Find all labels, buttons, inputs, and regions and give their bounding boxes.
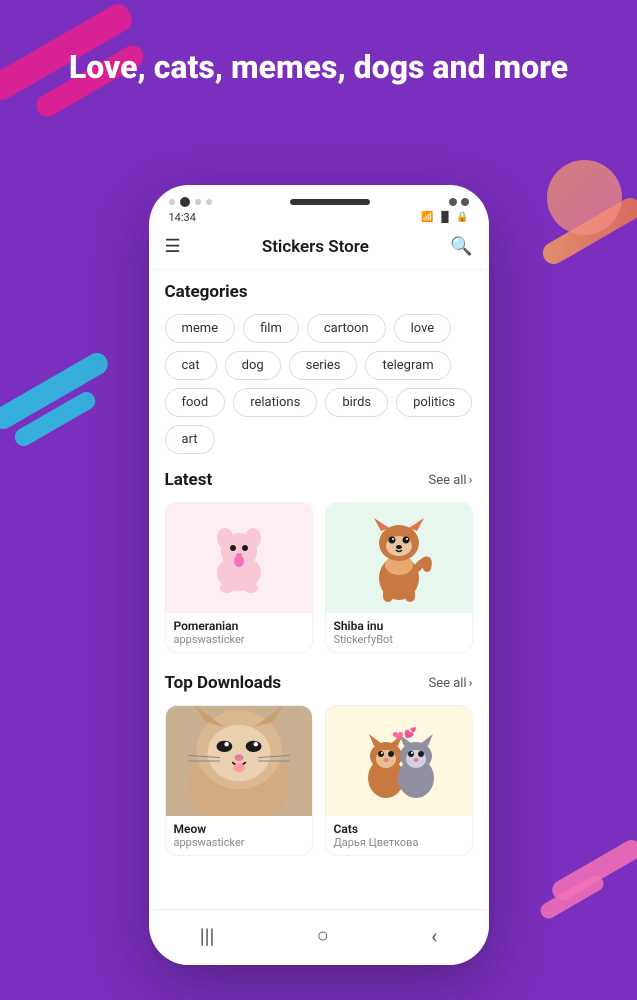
pomeranian-name: Pomeranian <box>174 619 304 633</box>
shiba-author: StickerfyBot <box>334 633 464 646</box>
phone-dots <box>169 197 212 207</box>
chip-dog[interactable]: dog <box>225 351 281 380</box>
pomeranian-info: Pomeranian appswasticker <box>166 613 312 652</box>
latest-header: Latest See all › <box>165 470 473 490</box>
svg-text:💕: 💕 <box>404 726 416 739</box>
status-bar: 14:34 📶 ▐▌ 🔒 <box>149 207 489 228</box>
chip-art[interactable]: art <box>165 425 215 454</box>
cats-image: ❤ 💕 <box>326 706 472 816</box>
chevron-right-icon-2: › <box>469 676 473 691</box>
top-downloads-see-all[interactable]: See all › <box>428 676 472 691</box>
chip-film[interactable]: film <box>243 314 299 343</box>
status-dot-1 <box>449 198 457 206</box>
chip-birds[interactable]: birds <box>325 388 388 417</box>
status-dot-2 <box>461 198 469 206</box>
chip-series[interactable]: series <box>289 351 358 380</box>
meow-name: Meow <box>174 822 304 836</box>
meow-image <box>166 706 312 816</box>
shiba-info: Shiba inu StickerfyBot <box>326 613 472 652</box>
nav-back-icon[interactable]: ‹ <box>423 916 445 956</box>
chevron-right-icon: › <box>469 473 473 488</box>
phone-content[interactable]: Categories meme film cartoon love cat do… <box>149 270 489 920</box>
cat-photo <box>166 706 312 816</box>
latest-title: Latest <box>165 470 213 490</box>
chip-meme[interactable]: meme <box>165 314 236 343</box>
search-button[interactable]: 🔍 <box>450 236 472 257</box>
dot-3 <box>195 199 201 205</box>
phone-status-right <box>449 198 469 206</box>
wifi-icon: 📶 <box>421 212 433 223</box>
nav-menu-icon[interactable]: ||| <box>192 916 223 956</box>
pomeranian-author: appswasticker <box>174 633 304 646</box>
phone-top-bar <box>149 185 489 207</box>
card-cats[interactable]: ❤ 💕 Cats Дарья Цветкова <box>325 705 473 856</box>
bottom-nav: ||| ○ ‹ <box>149 909 489 965</box>
status-icons: 📶 ▐▌ 🔒 <box>421 212 468 223</box>
app-header: ☰ Stickers Store 🔍 <box>149 228 489 270</box>
app-title: Stickers Store <box>262 237 369 257</box>
menu-button[interactable]: ☰ <box>165 236 181 257</box>
pomeranian-image <box>166 503 312 613</box>
cats-name: Cats <box>334 822 464 836</box>
clock: 14:34 <box>169 211 196 224</box>
chip-love[interactable]: love <box>394 314 452 343</box>
bg-decoration-6 <box>547 160 622 235</box>
dot-1 <box>169 199 175 205</box>
chip-cartoon[interactable]: cartoon <box>307 314 386 343</box>
dot-2 <box>180 197 190 207</box>
svg-text:❤: ❤ <box>392 729 404 745</box>
shiba-name: Shiba inu <box>334 619 464 633</box>
phone-notch <box>290 199 370 205</box>
meow-author: appswasticker <box>174 836 304 849</box>
dot-4 <box>206 199 212 205</box>
top-downloads-header: Top Downloads See all › <box>165 673 473 693</box>
top-downloads-cards: Meow appswasticker <box>165 705 473 856</box>
nav-home-icon[interactable]: ○ <box>309 915 337 956</box>
latest-see-all[interactable]: See all › <box>428 473 472 488</box>
lock-icon: 🔒 <box>456 212 468 223</box>
categories-grid: meme film cartoon love cat dog series te… <box>165 314 473 454</box>
signal-icon: ▐▌ <box>438 212 452 223</box>
card-pomeranian[interactable]: Pomeranian appswasticker <box>165 502 313 653</box>
phone-mockup: 14:34 📶 ▐▌ 🔒 ☰ Stickers Store 🔍 Categori… <box>149 185 489 965</box>
chip-cat[interactable]: cat <box>165 351 217 380</box>
chip-politics[interactable]: politics <box>396 388 472 417</box>
shiba-image <box>326 503 472 613</box>
chip-telegram[interactable]: telegram <box>365 351 450 380</box>
cats-info: Cats Дарья Цветкова <box>326 816 472 855</box>
top-downloads-title: Top Downloads <box>165 673 282 693</box>
cats-author: Дарья Цветкова <box>334 836 464 849</box>
card-meow[interactable]: Meow appswasticker <box>165 705 313 856</box>
categories-title: Categories <box>165 282 473 302</box>
chip-relations[interactable]: relations <box>233 388 317 417</box>
hero-text: Love, cats, memes, dogs and more <box>0 48 637 86</box>
latest-cards: Pomeranian appswasticker <box>165 502 473 653</box>
meow-info: Meow appswasticker <box>166 816 312 855</box>
chip-food[interactable]: food <box>165 388 226 417</box>
card-shiba[interactable]: Shiba inu StickerfyBot <box>325 502 473 653</box>
